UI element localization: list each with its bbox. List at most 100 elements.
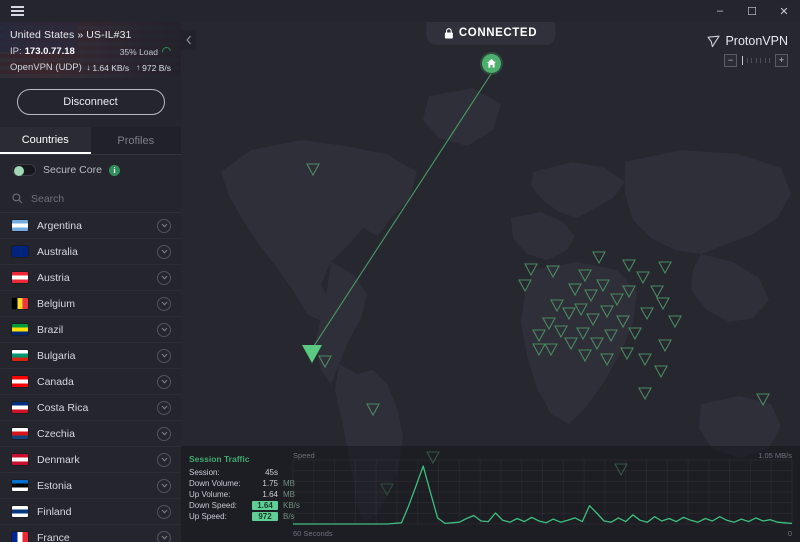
ip-value: 173.0.77.18	[24, 46, 75, 57]
title-bar: – ☐ ✕	[0, 0, 800, 22]
country-row[interactable]: Finland	[0, 499, 181, 525]
zoom-in-button[interactable]: +	[775, 54, 788, 67]
upload-arrow-icon: ↑	[136, 63, 141, 72]
country-row[interactable]: Canada	[0, 369, 181, 395]
flag-icon	[12, 376, 28, 387]
disconnect-button[interactable]: Disconnect	[16, 89, 165, 115]
country-row[interactable]: Belgium	[0, 291, 181, 317]
maximize-button[interactable]: ☐	[736, 0, 768, 22]
traffic-row-unit: B/s	[283, 512, 295, 521]
flag-icon	[12, 480, 28, 491]
chevron-down-icon[interactable]	[157, 296, 171, 311]
country-row[interactable]: Australia	[0, 239, 181, 265]
world-map[interactable]: CONNECTED ProtonVPN − + Session Traffic …	[181, 22, 800, 542]
connected-label: CONNECTED	[458, 27, 538, 39]
chevron-down-icon[interactable]	[157, 400, 171, 415]
tab-profiles[interactable]: Profiles	[90, 127, 181, 154]
country-row[interactable]: Argentina	[0, 213, 181, 239]
country-name: Bulgaria	[37, 349, 76, 362]
download-speed: ↓ 1.64 KB/s	[86, 63, 129, 73]
traffic-row-label: Down Volume:	[189, 479, 241, 488]
chart-x-end-label: 0	[787, 529, 792, 538]
upload-speed: ↑ 972 B/s	[136, 63, 171, 73]
chart-y-axis-label: Speed	[293, 451, 315, 460]
minimize-button[interactable]: –	[704, 0, 736, 22]
sidebar-collapse-button[interactable]	[181, 30, 196, 50]
session-traffic-title: Session Traffic	[189, 454, 250, 464]
chevron-down-icon[interactable]	[157, 504, 171, 519]
brand-name: ProtonVPN	[725, 34, 788, 48]
country-row[interactable]: Bulgaria	[0, 343, 181, 369]
search-input[interactable]	[31, 192, 169, 205]
lock-icon	[444, 27, 453, 38]
protocol-label: OpenVPN (UDP)	[10, 62, 82, 73]
zoom-out-button[interactable]: −	[724, 54, 737, 67]
flag-icon	[12, 428, 28, 439]
country-name: Finland	[37, 505, 72, 518]
tab-countries[interactable]: Countries	[0, 127, 91, 154]
traffic-row-value: 45s	[265, 468, 278, 477]
session-traffic-panel: Session Traffic Session: 45s Down Volume: 1…	[189, 454, 300, 522]
flag-icon	[12, 220, 28, 231]
upload-speed-value: 972 B/s	[142, 62, 171, 73]
chevron-down-icon[interactable]	[157, 218, 171, 233]
window-controls: – ☐ ✕	[704, 0, 800, 22]
country-name: Costa Rica	[37, 401, 89, 414]
connection-status-card: United States » US-IL#31 IP: 173.0.77.18…	[0, 22, 181, 78]
chart-x-start-label: 60 Seconds	[293, 529, 333, 538]
flag-icon	[12, 272, 28, 283]
flag-icon	[12, 298, 28, 309]
traffic-row: Session: 45s	[189, 467, 300, 478]
chevron-down-icon[interactable]	[157, 322, 171, 337]
flag-icon	[12, 246, 28, 257]
chevron-down-icon[interactable]	[157, 270, 171, 285]
chevron-down-icon[interactable]	[157, 426, 171, 441]
session-traffic-graph: Session Traffic Session: 45s Down Volume: 1…	[181, 446, 800, 542]
country-name: France	[37, 531, 70, 542]
country-row[interactable]: Estonia	[0, 473, 181, 499]
country-row[interactable]: Austria	[0, 265, 181, 291]
country-row[interactable]: Czechia	[0, 421, 181, 447]
home-icon	[487, 59, 496, 68]
country-row[interactable]: France	[0, 525, 181, 542]
traffic-row-unit: MB	[283, 479, 295, 488]
connected-banner: CONNECTED	[425, 22, 556, 45]
brand: ProtonVPN	[707, 34, 788, 48]
country-name: Brazil	[37, 323, 64, 336]
traffic-row-value: 1.64	[252, 501, 278, 510]
home-marker[interactable]	[482, 54, 501, 73]
close-button[interactable]: ✕	[768, 0, 800, 22]
traffic-row: Down Volume: 1.75 MB	[189, 478, 300, 489]
chevron-down-icon[interactable]	[157, 244, 171, 259]
country-row[interactable]: Denmark	[0, 447, 181, 473]
traffic-row-value: 1.64	[262, 490, 278, 499]
chevron-down-icon[interactable]	[157, 348, 171, 363]
search-icon	[12, 193, 23, 204]
menu-icon[interactable]	[0, 0, 34, 22]
traffic-row-unit: KB/s	[283, 501, 300, 510]
secure-core-row[interactable]: Secure Core i	[0, 155, 181, 185]
zoom-slider[interactable]	[739, 56, 773, 65]
sidebar-tabs: Countries Profiles	[0, 127, 181, 155]
country-name: Canada	[37, 375, 74, 388]
traffic-row-label: Up Volume:	[189, 490, 231, 499]
traffic-row-label: Up Speed:	[189, 512, 227, 521]
chevron-down-icon[interactable]	[157, 452, 171, 467]
flag-icon	[12, 506, 28, 517]
country-list[interactable]: Argentina Australia Austria Belgium Brazil Bu…	[0, 213, 181, 542]
info-icon[interactable]: i	[108, 164, 120, 176]
server-load: 35% Load	[120, 45, 173, 58]
map-zoom-controls: − +	[724, 54, 788, 67]
traffic-row-label: Down Speed:	[189, 501, 238, 510]
download-speed-value: 1.64 KB/s	[92, 62, 130, 73]
secure-core-toggle[interactable]	[12, 164, 36, 176]
flag-icon	[12, 350, 28, 361]
chevron-down-icon[interactable]	[157, 530, 171, 542]
traffic-row-label: Session:	[189, 468, 220, 477]
country-row[interactable]: Costa Rica	[0, 395, 181, 421]
download-arrow-icon: ↓	[86, 63, 91, 72]
chevron-down-icon[interactable]	[157, 374, 171, 389]
flag-icon	[12, 454, 28, 465]
chevron-down-icon[interactable]	[157, 478, 171, 493]
country-row[interactable]: Brazil	[0, 317, 181, 343]
